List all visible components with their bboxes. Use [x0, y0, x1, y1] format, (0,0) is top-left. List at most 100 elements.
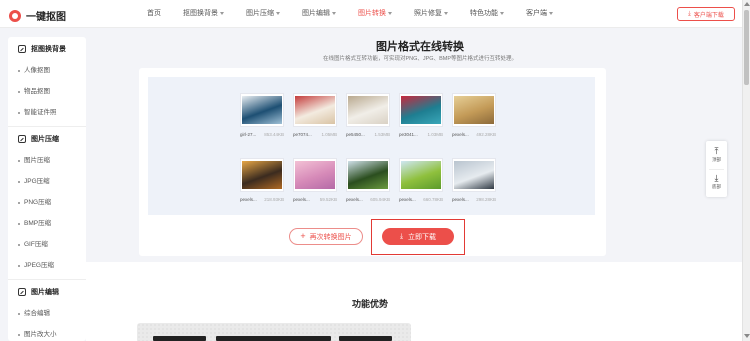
sidebar-group-title: 图片压缩	[31, 135, 59, 143]
sidebar-group: 图片编辑 综合编辑 图片改大小	[8, 280, 86, 341]
page-scrollbar[interactable]	[742, 0, 750, 341]
image-thumbnail[interactable]: pe7074... 1.05MB	[293, 93, 337, 137]
scroll-up-arrow-icon[interactable]	[744, 2, 750, 6]
sidebar-item[interactable]: 综合编辑	[18, 303, 86, 324]
sidebar-item[interactable]: PNG压缩	[18, 192, 86, 213]
main-nav: 首页 抠图换背景 图片压缩 图片编辑 图片转换 照片修复 特色功能 客户端	[147, 0, 575, 28]
image-thumbnail[interactable]: girl-27... 853.44KB	[240, 93, 284, 137]
image-thumbnail[interactable]: pexels... 218.93KB	[240, 158, 284, 202]
thumbnail-frame	[240, 93, 284, 127]
thumbnail-caption: pexels... 59.52KB	[293, 197, 337, 202]
client-download-button[interactable]: ⤓ 客户端下载	[677, 7, 735, 21]
thumbnail-image	[348, 161, 388, 189]
sidebar-group: 抠图换背景人像抠图 物品抠图 智能证件照	[8, 37, 86, 123]
convert-again-button[interactable]: + 再次转换图片	[289, 228, 363, 245]
go-to-bottom-label: 底部	[712, 184, 721, 189]
thumbnail-frame	[240, 158, 284, 192]
convert-again-label: 再次转换图片	[309, 233, 352, 241]
scroll-down-arrow-icon[interactable]	[744, 334, 750, 338]
file-name: pe3041...	[399, 132, 418, 137]
brand-logo[interactable]: 一键抠图	[9, 8, 66, 23]
file-name: pexels...	[452, 197, 469, 202]
thumbnail-frame	[452, 158, 496, 192]
nav-item-label: 图片编辑	[302, 10, 330, 17]
sidebar-group: 图片压缩 图片压缩 JPG压缩 PNG压缩 BMP压缩 GIF压缩 JPEG压缩	[8, 127, 86, 276]
nav-item[interactable]: 图片压缩	[246, 0, 280, 28]
thumbnail-caption: pexels... 605.94KB	[346, 197, 390, 202]
file-size: 298.28KB	[476, 197, 496, 202]
nav-item[interactable]: 客户端	[526, 0, 553, 28]
nav-item[interactable]: 图片编辑	[302, 0, 336, 28]
nav-item[interactable]: 图片转换	[358, 0, 392, 28]
thumbnail-image	[454, 161, 494, 189]
image-thumbnail[interactable]: pe3041... 1.03MB	[399, 93, 443, 137]
chevron-down-icon	[276, 11, 280, 15]
image-edit-icon	[18, 287, 26, 296]
file-size: 59.52KB	[319, 197, 337, 202]
thumbnail-caption: pe3041... 1.03MB	[399, 132, 443, 137]
scroll-thumb[interactable]	[744, 10, 749, 85]
nav-item-label: 客户端	[526, 10, 547, 17]
page-title: 图片格式在线转换	[376, 41, 464, 53]
sidebar-item[interactable]: 人像抠图	[18, 60, 86, 81]
page-subtitle: 在线图片格式互转功能，可实现对PNG、JPG、BMP等图片格式进行互转处理。	[322, 56, 518, 62]
top-header: 一键抠图 首页 抠图换背景 图片压缩 图片编辑 图片转换 照片修复 特色功能 客户端 ⤓ 客户…	[0, 0, 742, 28]
download-now-label: 立即下载	[408, 233, 437, 241]
chevron-down-icon	[444, 11, 448, 15]
chevron-down-icon	[549, 11, 553, 15]
back-to-top-button[interactable]: ⤒ 顶部	[706, 146, 727, 163]
file-name: pexels...	[452, 132, 469, 137]
thumbnail-caption: pexels... 492.28KB	[452, 132, 496, 137]
image-thumbnail[interactable]: pexels... 605.94KB	[346, 158, 390, 202]
image-thumbnail[interactable]: pexels... 59.52KB	[293, 158, 337, 202]
nav-item-label: 抠图换背景	[183, 10, 218, 17]
features-title: 功能优势	[351, 299, 388, 309]
thumbnail-image	[295, 161, 335, 189]
client-download-label: 客户端下载	[693, 12, 724, 19]
nav-item[interactable]: 抠图换背景	[183, 0, 224, 28]
download-now-button[interactable]: ⤓ 立即下载	[382, 228, 454, 245]
thumbnail-frame	[293, 158, 337, 192]
thumbnail-frame	[293, 93, 337, 127]
file-size: 1.05MB	[321, 132, 337, 137]
image-thumbnail[interactable]: pe5450... 1.53MB	[346, 93, 390, 137]
sidebar-group-header[interactable]: 图片编辑	[18, 280, 86, 303]
chevron-down-icon	[388, 11, 392, 15]
nav-item[interactable]: 照片修复	[414, 0, 448, 28]
feature-card	[153, 336, 206, 341]
image-thumbnail[interactable]: pexels... 492.28KB	[452, 93, 496, 137]
sidebar-item[interactable]: GIF压缩	[18, 234, 86, 255]
thumbnail-caption: pexels... 218.93KB	[240, 197, 284, 202]
thumbnail-frame	[452, 93, 496, 127]
sidebar-item[interactable]: 图片改大小	[18, 324, 86, 341]
image-thumbnail[interactable]: pexels... 298.28KB	[452, 158, 496, 202]
sidebar-item[interactable]: JPEG压缩	[18, 255, 86, 276]
nav-item[interactable]: 特色功能	[470, 0, 504, 28]
thumbnail-caption: pexels... 660.78KB	[399, 197, 443, 202]
chevron-down-icon	[220, 11, 224, 15]
feature-card	[339, 336, 392, 341]
sidebar-item[interactable]: 智能证件照	[18, 102, 86, 123]
go-to-bottom-button[interactable]: ⤓ 底部	[706, 173, 727, 190]
nav-item[interactable]: 首页	[147, 0, 161, 28]
sidebar-group-title: 抠图换背景	[31, 45, 66, 53]
file-name: pexels...	[240, 197, 257, 202]
thumbnail-frame	[399, 158, 443, 192]
thumbnail-caption: pe5450... 1.53MB	[346, 132, 390, 137]
sidebar-item[interactable]: JPG压缩	[18, 171, 86, 192]
nav-item-label: 照片修复	[414, 10, 442, 17]
image-thumbnail[interactable]: pexels... 660.78KB	[399, 158, 443, 202]
file-name: pexels...	[399, 197, 416, 202]
nav-item-label: 图片压缩	[246, 10, 274, 17]
thumbnail-caption: pexels... 298.28KB	[452, 197, 496, 202]
sidebar-group-header[interactable]: 图片压缩	[18, 127, 86, 150]
thumbnail-image	[242, 96, 282, 124]
nav-item-label: 特色功能	[470, 10, 498, 17]
sidebar-group-header[interactable]: 抠图换背景	[18, 37, 86, 60]
thumbnail-image	[401, 161, 441, 189]
sidebar-item[interactable]: 图片压缩	[18, 150, 86, 171]
sidebar-item[interactable]: 物品抠图	[18, 81, 86, 102]
file-size: 492.28KB	[476, 132, 496, 137]
plus-icon: +	[300, 231, 306, 241]
sidebar-item[interactable]: BMP压缩	[18, 213, 86, 234]
